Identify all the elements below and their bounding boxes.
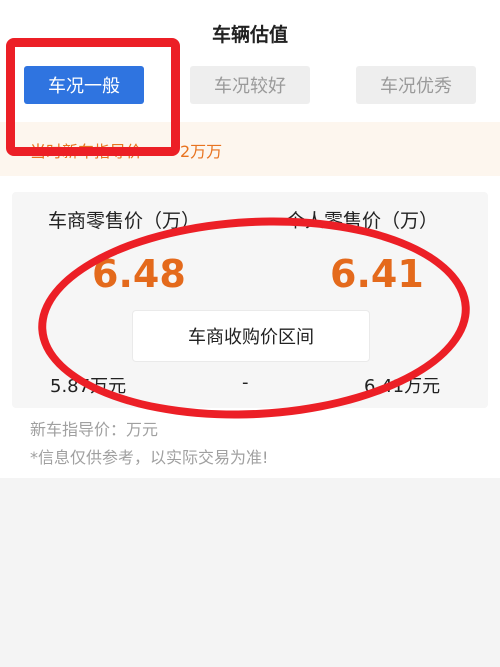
tab-condition-good[interactable]: 车况较好 (190, 66, 310, 104)
disclaimer-note: *信息仅供参考，以实际交易为准! (30, 448, 269, 467)
valuation-page: 车辆估值 车况一般 车况较好 车况优秀 当时新车指导价 2万万 车商零售价（万）… (0, 0, 500, 667)
new-car-price-note: 新车指导价：万元 (30, 420, 159, 439)
new-car-price-amount: 2万万 (180, 142, 223, 161)
tab-condition-excellent[interactable]: 车况优秀 (356, 66, 476, 104)
annotation-red-box (6, 38, 180, 156)
